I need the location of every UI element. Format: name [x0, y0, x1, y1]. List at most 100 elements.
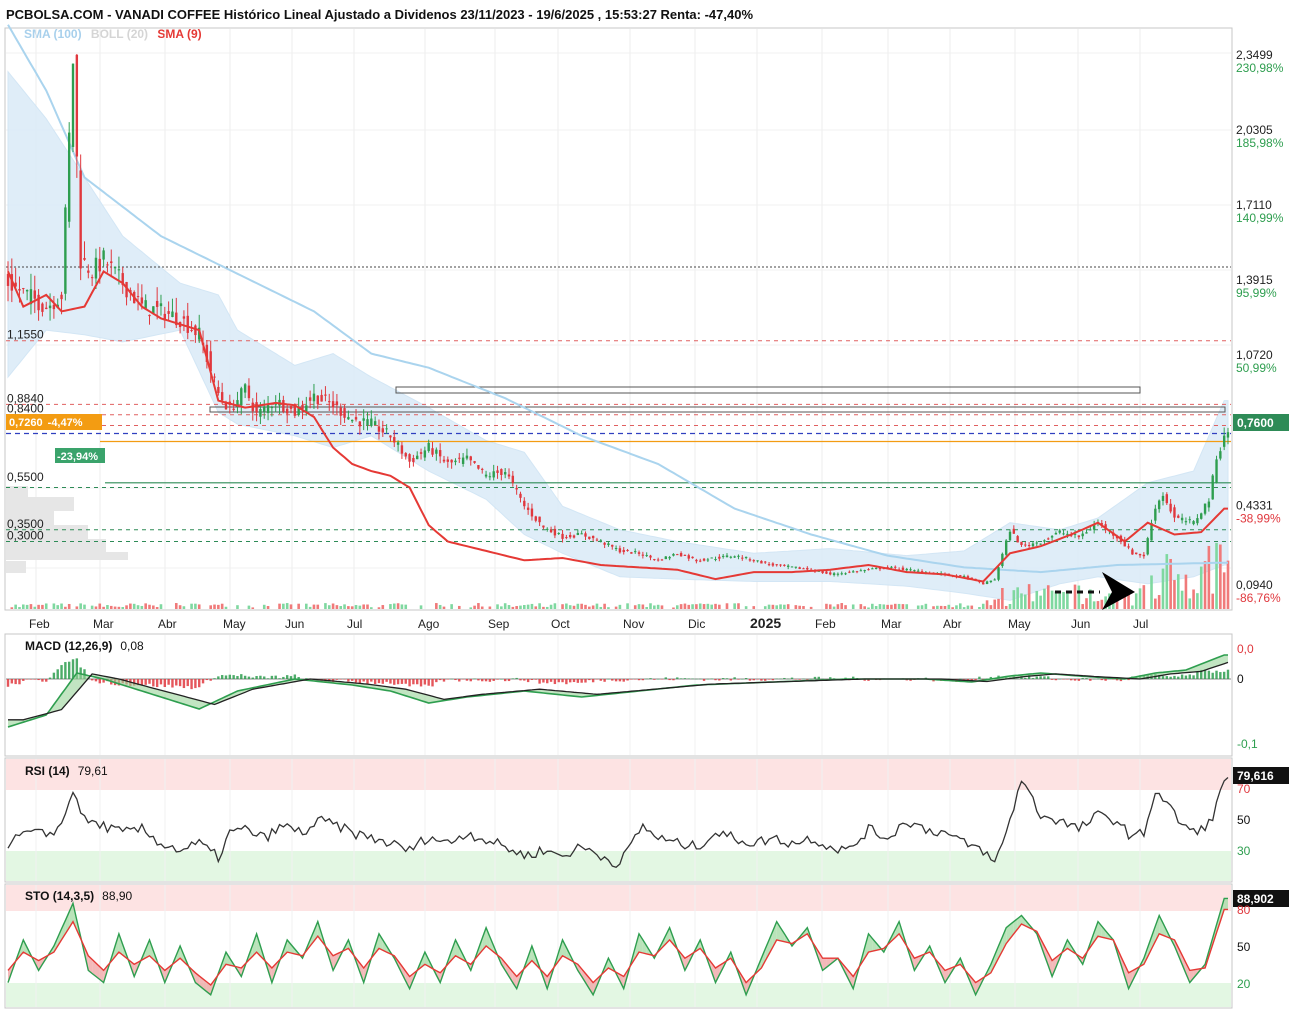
volume-bar	[350, 606, 354, 609]
candle-body	[240, 388, 243, 406]
macd-hist-bar	[416, 679, 419, 685]
candle-body	[691, 556, 694, 559]
volume-bar	[347, 606, 350, 609]
macd-hist-bar	[775, 678, 778, 680]
candle-body	[699, 560, 702, 562]
volume-bar	[844, 605, 847, 609]
candle-body	[1200, 513, 1203, 519]
candle-body	[614, 548, 618, 550]
candle-body	[60, 294, 63, 300]
macd-hist-bar	[1196, 671, 1199, 679]
candle-body	[511, 475, 515, 483]
macd-hist-bar	[41, 679, 44, 682]
volume-bar	[794, 605, 798, 609]
candle-body	[1012, 528, 1016, 534]
y-tick-pct-5: -38,99%	[1236, 511, 1281, 525]
volume-bar	[362, 604, 365, 609]
volume-bar	[457, 605, 461, 609]
macd-hist-bar	[1188, 674, 1191, 679]
candle-body	[1222, 435, 1226, 447]
candle-body	[775, 564, 778, 566]
volume-bar	[962, 607, 966, 609]
macd-hist-bar	[366, 679, 369, 684]
macd-hist-bar	[477, 679, 480, 681]
macd-hist-bar	[630, 679, 633, 680]
macd-hist-bar	[18, 679, 21, 685]
volume-bar	[867, 607, 870, 609]
macd-hist-bar	[419, 679, 423, 687]
macd-hist-bar	[618, 679, 622, 682]
volume-bar	[1188, 598, 1192, 609]
volume-bar	[511, 606, 515, 609]
volume-bar	[932, 606, 935, 609]
macd-hist-bar	[1035, 676, 1038, 679]
macd-hist-bar	[683, 678, 687, 679]
macd-hist-bar	[637, 679, 641, 681]
y-tick-pct-1: 185,98%	[1236, 136, 1284, 150]
candle-body	[331, 401, 335, 408]
x-tick-10: Dic	[688, 617, 705, 631]
volume-bar	[1081, 604, 1084, 609]
volume-bar	[79, 603, 82, 609]
volume-bar	[442, 606, 446, 609]
candle-body	[312, 393, 316, 402]
candle-body	[852, 571, 855, 573]
macd-hist-bar	[373, 679, 377, 685]
macd-hist-bar	[779, 678, 782, 680]
candle-body	[1211, 475, 1214, 500]
candle-body	[41, 303, 44, 312]
volume-bar	[121, 607, 125, 609]
volume-bar	[710, 604, 713, 609]
volume-bar	[102, 606, 105, 609]
candle-body	[67, 132, 71, 222]
volume-bar	[148, 604, 151, 609]
macd-hist-bar	[1096, 678, 1100, 680]
macd-hist-bar	[1043, 676, 1046, 679]
x-tick-15: May	[1008, 617, 1031, 631]
macd-hist-bar	[656, 678, 660, 680]
macd-hist-bar	[725, 678, 729, 679]
candle-body	[1089, 529, 1092, 531]
volume-bar	[1169, 558, 1172, 609]
y-tick-pct-4: 50,99%	[1236, 361, 1277, 375]
volume-bar	[435, 603, 438, 609]
macd-hist-bar	[354, 679, 358, 683]
sto-axis-80: 80	[1237, 903, 1251, 917]
candle-body	[584, 533, 587, 537]
volume-bar	[882, 604, 886, 609]
volume-bar	[1027, 584, 1031, 609]
volume-bar	[278, 603, 281, 609]
volume-bar	[1085, 598, 1088, 609]
candle-body	[1188, 519, 1191, 521]
macd-hist-bar	[454, 679, 457, 681]
volume-bar	[840, 603, 844, 609]
macd-hist-bar	[259, 675, 262, 679]
candle-body	[859, 570, 863, 572]
rsi-axis-30: 30	[1237, 844, 1251, 858]
volume-bar	[1073, 584, 1077, 609]
volume-bar	[297, 603, 300, 609]
volume-bar	[691, 604, 694, 609]
candle-body	[729, 556, 733, 558]
macd-hist-bar	[228, 674, 232, 679]
candle-body	[305, 405, 308, 412]
candle-body	[259, 409, 262, 417]
candle-body	[718, 556, 721, 559]
volume-bar	[324, 603, 327, 609]
candle-body	[370, 418, 373, 426]
candle-body	[760, 560, 763, 564]
macd-hist-bar	[159, 679, 163, 685]
candle-body	[408, 454, 411, 462]
candle-body	[1161, 495, 1165, 501]
candle-body	[901, 567, 905, 570]
candle-body	[786, 565, 790, 567]
macd-hist-bar	[446, 679, 450, 680]
volume-bar	[1046, 585, 1050, 609]
volume-bar	[1196, 593, 1199, 609]
macd-label: MACD (12,26,9) 0,08	[25, 639, 144, 653]
candle-body	[255, 402, 258, 413]
y-tick-price-1: 2,0305	[1236, 123, 1273, 137]
macd-hist-bar	[1024, 677, 1027, 679]
volume-bar	[152, 605, 155, 609]
volume-bar	[343, 604, 346, 609]
